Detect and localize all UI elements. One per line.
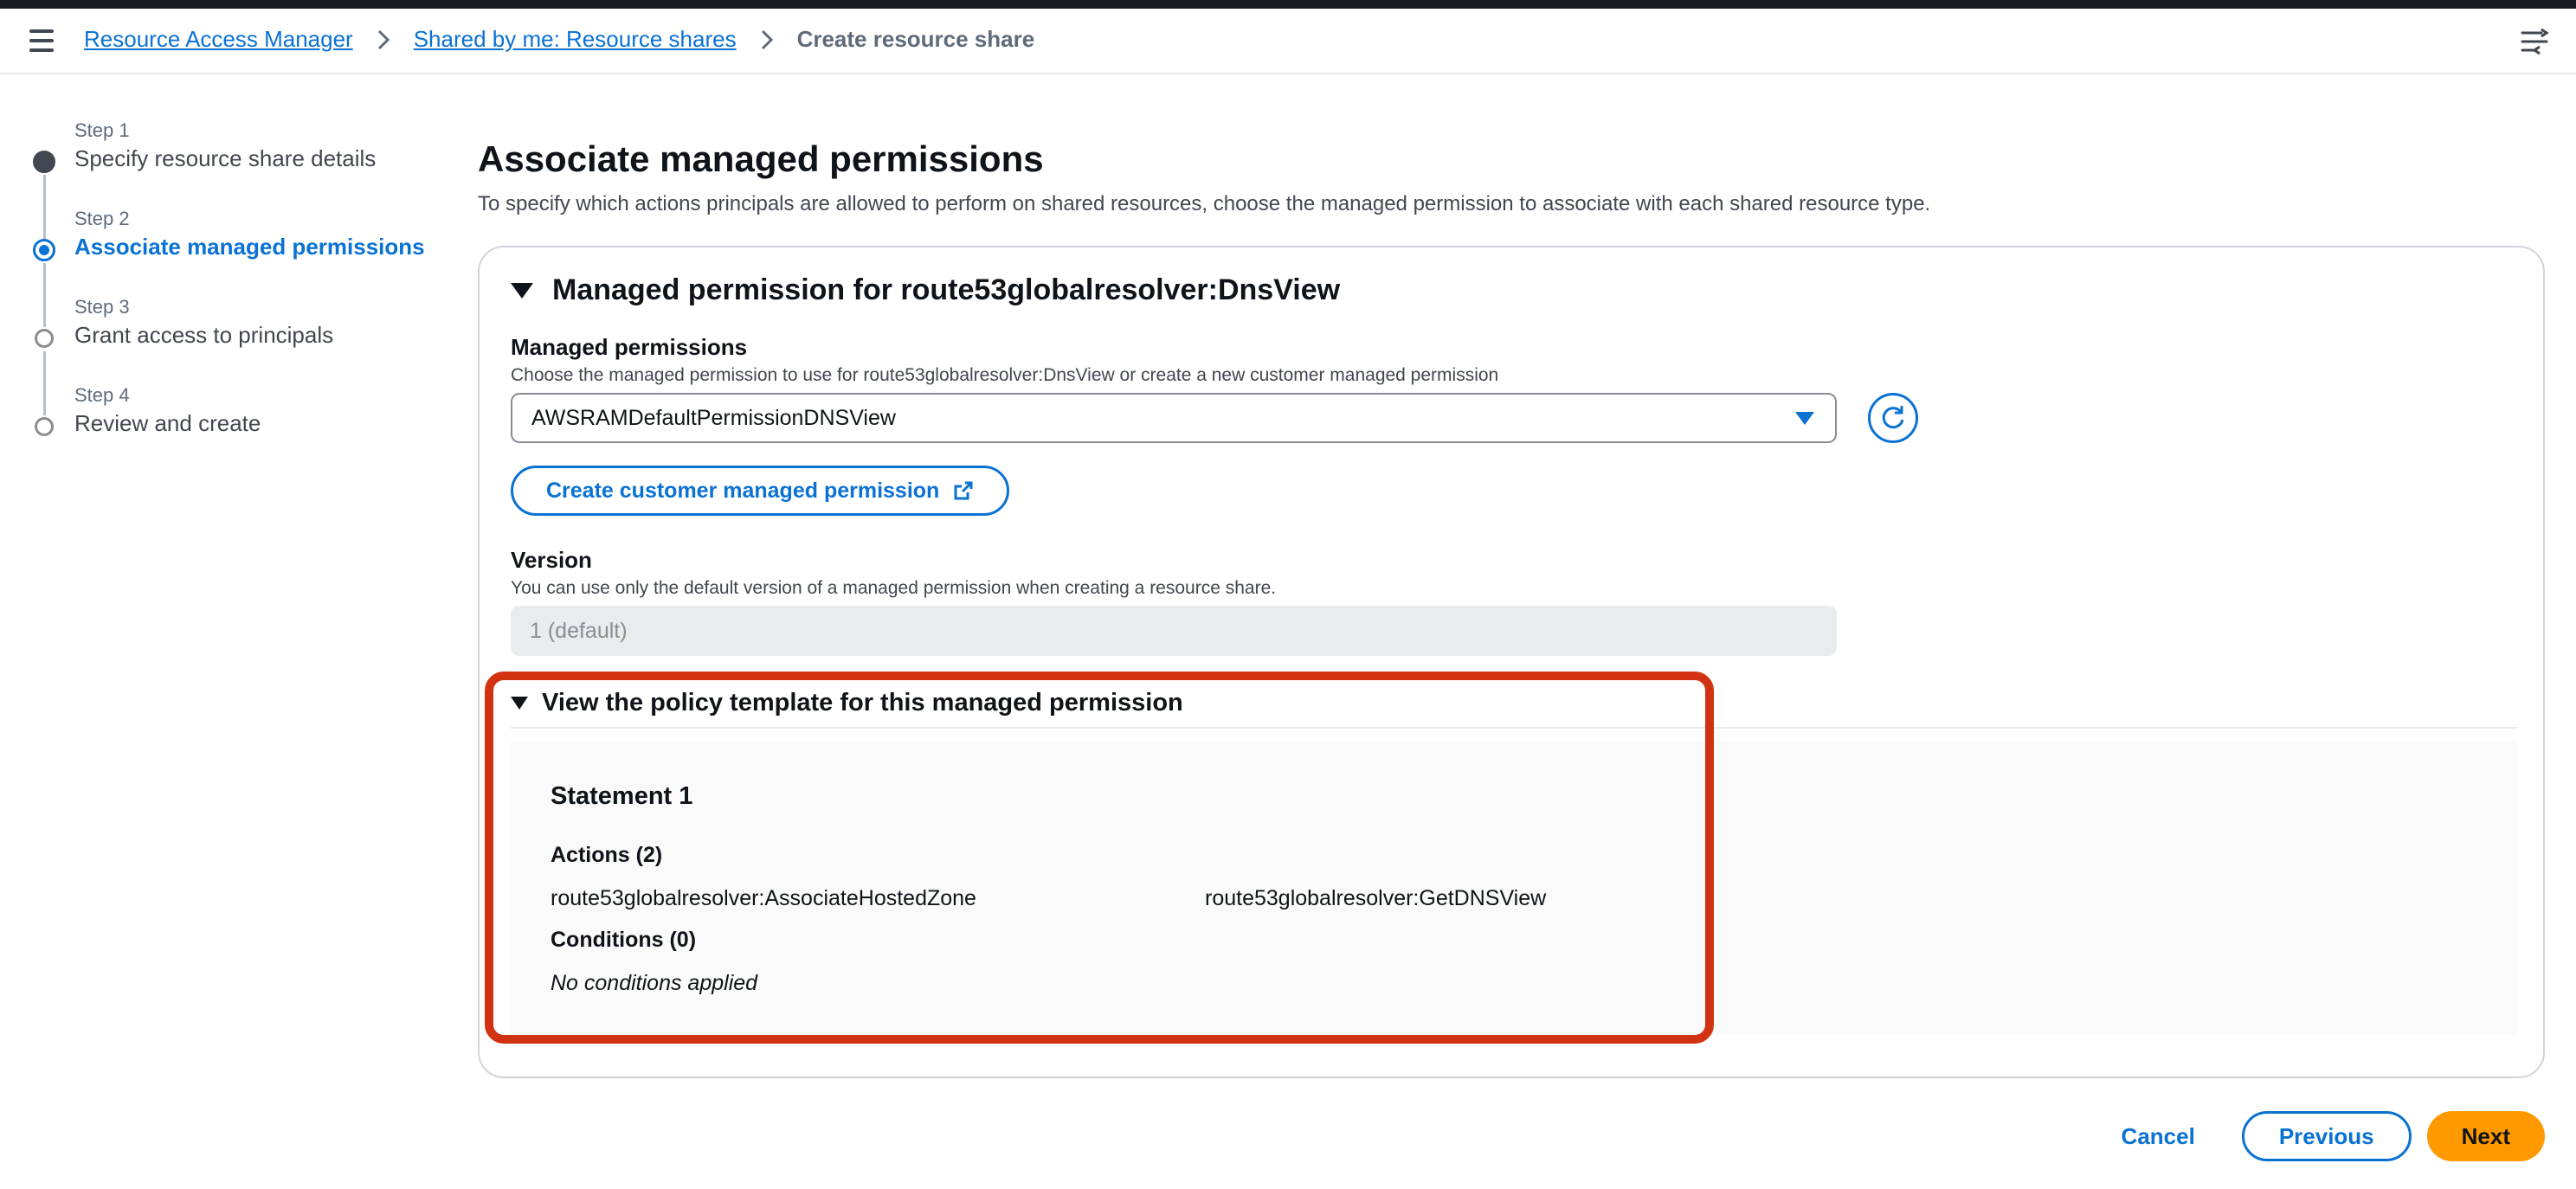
- managed-permissions-label: Managed permissions: [511, 334, 748, 360]
- step-number: Step 2: [74, 208, 130, 229]
- split-panel-icon[interactable]: [2519, 26, 2550, 57]
- managed-permission-select[interactable]: AWSRAMDefaultPermissionDNSView: [511, 393, 1837, 443]
- managed-permission-section-toggle[interactable]: Managed permission for route53globalreso…: [511, 273, 1340, 307]
- step-dot-icon: [33, 239, 55, 261]
- wizard-step-2: Step 2 Associate managed permissions: [29, 208, 428, 327]
- main-content: Step 1 Specify resource share details St…: [0, 76, 2576, 1189]
- step-title: Grant access to principals: [74, 322, 334, 348]
- step-number: Step 4: [74, 384, 130, 406]
- breadcrumb: Resource Access Manager Shared by me: Re…: [84, 26, 1034, 53]
- policy-template-body: Statement 1 Actions (2) route53globalres…: [511, 741, 2517, 1035]
- step-title[interactable]: Specify resource share details: [74, 145, 376, 172]
- version-label: Version: [511, 547, 592, 573]
- policy-toggle-label: View the policy template for this manage…: [542, 689, 1183, 717]
- top-strip: [0, 0, 2576, 9]
- previous-button[interactable]: Previous: [2241, 1111, 2412, 1161]
- version-input: 1 (default): [511, 606, 1837, 656]
- refresh-icon: [1882, 406, 1904, 429]
- wizard-step-3: Step 3 Grant access to principals: [29, 296, 428, 415]
- caret-down-icon: [511, 697, 528, 710]
- step-dot-icon: [35, 417, 54, 436]
- version-description: You can use only the default version of …: [511, 578, 1277, 598]
- action-item: route53globalresolver:AssociateHostedZon…: [551, 886, 976, 910]
- divider: [511, 727, 2517, 729]
- external-link-icon: [954, 481, 973, 500]
- step-dot-icon: [35, 329, 54, 348]
- cancel-button[interactable]: Cancel: [2122, 1123, 2195, 1150]
- breadcrumb-current: Create resource share: [796, 26, 1035, 52]
- no-conditions-text: No conditions applied: [551, 971, 758, 995]
- statement-title: Statement 1: [551, 782, 693, 810]
- step-dot-icon: [33, 151, 55, 173]
- chevron-right-icon: [756, 29, 778, 51]
- actions-label: Actions (2): [551, 843, 663, 867]
- section-title: Managed permission for route53globalreso…: [552, 273, 1341, 306]
- version-value: 1 (default): [530, 618, 628, 643]
- top-navigation: Resource Access Manager Shared by me: Re…: [0, 9, 2576, 74]
- next-button[interactable]: Next: [2426, 1111, 2545, 1161]
- step-title: Associate managed permissions: [74, 234, 425, 260]
- wizard-step-4: Step 4 Review and create: [29, 384, 428, 472]
- wizard-steps: Step 1 Specify resource share details St…: [29, 119, 428, 472]
- step-number: Step 1: [74, 119, 130, 141]
- chevron-right-icon: [372, 29, 395, 51]
- refresh-button[interactable]: [1868, 393, 1918, 443]
- managed-permissions-description: Choose the managed permission to use for…: [511, 365, 1499, 385]
- selected-permission: AWSRAMDefaultPermissionDNSView: [531, 405, 896, 430]
- page-description: To specify which actions principals are …: [478, 192, 1931, 215]
- caret-down-icon: [511, 282, 533, 299]
- action-item: route53globalresolver:GetDNSView: [1205, 886, 1547, 910]
- breadcrumb-resource-shares[interactable]: Shared by me: Resource shares: [414, 26, 737, 53]
- create-button-label: Create customer managed permission: [546, 478, 940, 503]
- breadcrumb-resource-access-manager[interactable]: Resource Access Manager: [84, 26, 353, 53]
- managed-permission-container: Managed permission for route53globalreso…: [478, 246, 2545, 1078]
- step-title: Review and create: [74, 410, 261, 436]
- wizard-step-1[interactable]: Step 1 Specify resource share details: [29, 119, 428, 239]
- wizard-actions: Cancel Previous Next: [2122, 1111, 2545, 1161]
- create-customer-managed-permission-button[interactable]: Create customer managed permission: [511, 466, 1010, 516]
- caret-down-icon: [1795, 412, 1814, 425]
- conditions-label: Conditions (0): [551, 928, 697, 952]
- policy-template-toggle[interactable]: View the policy template for this manage…: [511, 689, 1183, 717]
- step-number: Step 3: [74, 296, 130, 318]
- page-title: Associate managed permissions: [478, 138, 1044, 179]
- menu-icon[interactable]: [29, 29, 54, 52]
